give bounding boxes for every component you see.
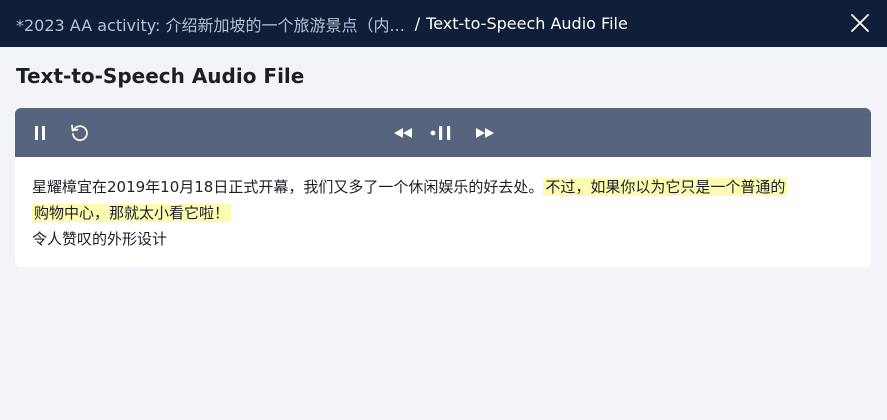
- transcript-sentence[interactable]: 星耀樟宜在2019年10月18日正式开幕，我们又多了一个休闲娱乐的好去处。: [32, 178, 543, 196]
- page-title: Text-to-Speech Audio File: [16, 64, 305, 88]
- breadcrumb-current: Text-to-Speech Audio File: [426, 14, 628, 33]
- replay-button[interactable]: [67, 108, 91, 157]
- breadcrumb-parent[interactable]: *2023 AA activity: 介绍新加坡的一个旅游景点（内...: [16, 12, 405, 36]
- close-icon: [851, 14, 869, 32]
- audio-player: 星耀樟宜在2019年10月18日正式开幕，我们又多了一个休闲娱乐的好去处。 不过，…: [15, 108, 871, 267]
- transcript: 星耀樟宜在2019年10月18日正式开幕，我们又多了一个休闲娱乐的好去处。 不过，…: [15, 157, 871, 252]
- pause-icon: [35, 125, 45, 140]
- transcript-heading[interactable]: 令人赞叹的外形设计: [32, 226, 854, 252]
- playback-speed-icon: [430, 125, 451, 140]
- transcript-paragraph: 星耀樟宜在2019年10月18日正式开幕，我们又多了一个休闲娱乐的好去处。 不过，…: [32, 174, 854, 226]
- pause-button[interactable]: [29, 108, 51, 157]
- transcript-sentence-highlighted-continued[interactable]: 购物中心，那就太小看它啦！: [32, 204, 232, 222]
- rewind-button[interactable]: [391, 108, 415, 157]
- breadcrumb-separator: /: [414, 14, 421, 33]
- transcript-sentence-highlighted[interactable]: 不过，如果你以为它只是一个普通的: [543, 178, 788, 196]
- playback-speed-button[interactable]: [429, 108, 457, 157]
- breadcrumb: *2023 AA activity: 介绍新加坡的一个旅游景点（内... / T…: [16, 12, 628, 36]
- fast-forward-button[interactable]: [473, 108, 497, 157]
- rewind-icon: [394, 127, 412, 138]
- fast-forward-icon: [476, 127, 494, 138]
- player-toolbar: [15, 108, 871, 157]
- replay-icon: [71, 124, 88, 141]
- top-bar: *2023 AA activity: 介绍新加坡的一个旅游景点（内... / T…: [0, 0, 887, 47]
- close-button[interactable]: [851, 14, 869, 32]
